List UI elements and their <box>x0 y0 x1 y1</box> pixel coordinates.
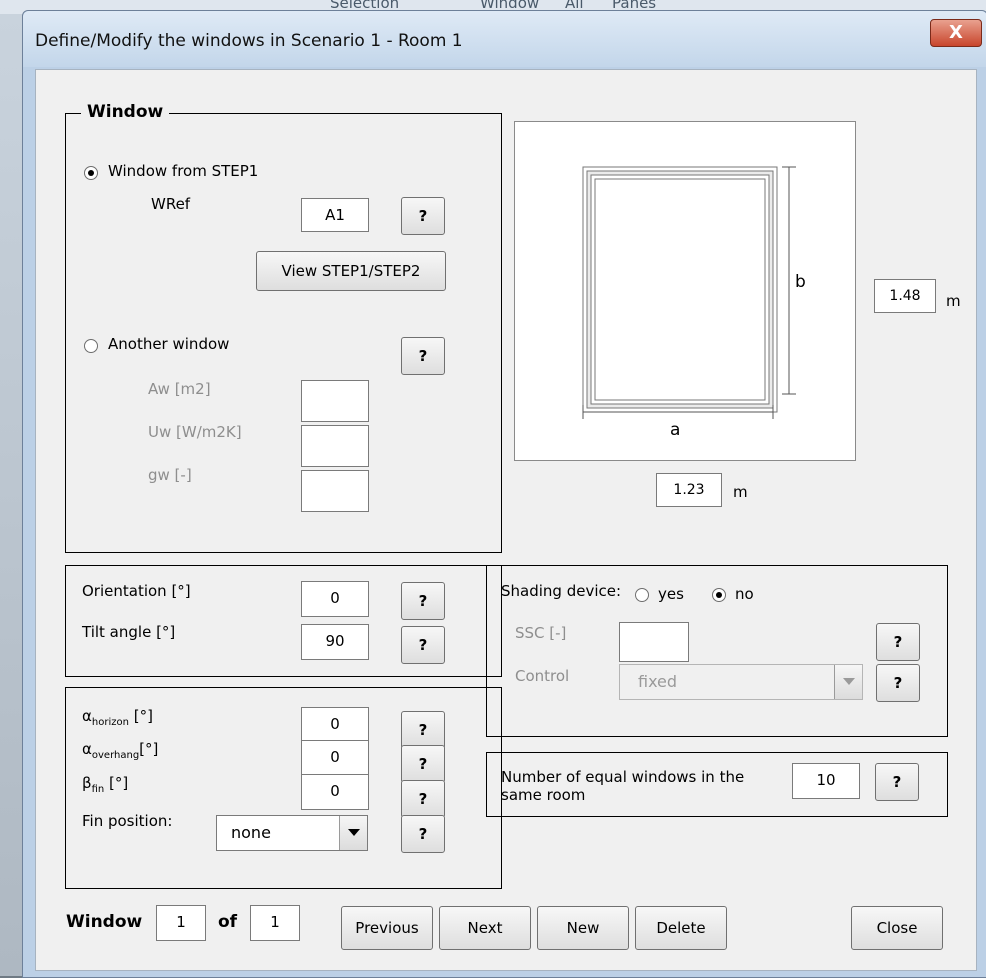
help-button-fin-position[interactable]: ? <box>401 815 445 853</box>
label-beta-fin: βfin [°] <box>82 774 128 795</box>
delete-button[interactable]: Delete <box>635 906 727 950</box>
label-fin-position: Fin position: <box>82 812 173 830</box>
window-count-label-line2: same room <box>501 786 586 804</box>
view-step1-step2-button[interactable]: View STEP1/STEP2 <box>256 251 446 291</box>
radio-shading-no[interactable] <box>712 588 726 602</box>
chevron-down-icon[interactable] <box>834 665 862 699</box>
help-button-beta-fin[interactable]: ? <box>401 780 445 818</box>
fin-unit: [°] <box>109 774 129 792</box>
alpha-horizon-input[interactable]: 0 <box>301 707 369 743</box>
horizon-unit: [°] <box>133 707 153 725</box>
label-window-nav: Window <box>66 912 143 932</box>
fin-subscript: fin <box>91 784 105 795</box>
label-control: Control <box>515 667 570 685</box>
window-group-legend: Window <box>81 102 170 122</box>
next-button[interactable]: Next <box>439 906 531 950</box>
orientation-input[interactable]: 0 <box>301 581 369 617</box>
diagram-label-b: b <box>795 272 806 292</box>
help-button-alpha-horizon[interactable]: ? <box>401 711 445 749</box>
fin-position-value: none <box>231 823 271 842</box>
help-button-wref[interactable]: ? <box>401 197 445 235</box>
label-aw: Aw [m2] <box>148 380 211 398</box>
label-window-count: Number of equal windows in the same room <box>501 768 744 804</box>
dimension-b-unit: m <box>946 292 961 310</box>
label-of: of <box>218 912 238 932</box>
label-shading-no: no <box>735 585 754 603</box>
radio-shading-yes[interactable] <box>635 588 649 602</box>
alpha-symbol: α <box>82 740 92 758</box>
background-app-left-edge <box>0 14 24 976</box>
new-button[interactable]: New <box>537 906 629 950</box>
dimension-b-input[interactable]: 1.48 <box>874 279 936 313</box>
beta-fin-input[interactable]: 0 <box>301 774 369 810</box>
help-button-window-count[interactable]: ? <box>875 763 919 801</box>
close-window-button[interactable]: X <box>930 19 982 47</box>
window-count-input[interactable]: 10 <box>792 763 860 799</box>
title-bar: Define/Modify the windows in Scenario 1 … <box>23 11 986 67</box>
label-shading-device: Shading device: <box>501 582 622 600</box>
uw-input[interactable] <box>301 425 369 467</box>
label-window-from-step1: Window from STEP1 <box>108 162 259 180</box>
horizon-subscript: horizon <box>91 717 129 728</box>
label-alpha-overhang: αoverhang[°] <box>82 740 158 761</box>
tilt-angle-input[interactable]: 90 <box>301 624 369 660</box>
label-wref: WRef <box>151 195 191 213</box>
dimension-a-unit: m <box>733 483 748 501</box>
help-button-alpha-overhang[interactable]: ? <box>401 745 445 783</box>
overhang-unit: [°] <box>139 740 159 758</box>
chevron-down-icon[interactable] <box>339 816 367 850</box>
help-button-control[interactable]: ? <box>876 664 920 702</box>
dialog-client-area: Window Window from STEP1 WRef A1 ? View … <box>35 69 977 971</box>
fin-position-dropdown[interactable]: none <box>216 815 368 851</box>
help-button-ssc[interactable]: ? <box>876 623 920 661</box>
label-shading-yes: yes <box>658 585 684 603</box>
radio-window-from-step1[interactable] <box>84 166 98 180</box>
alpha-symbol: α <box>82 707 92 725</box>
radio-another-window[interactable] <box>84 339 98 353</box>
window-dimension-diagram: b a <box>514 121 856 461</box>
label-ssc: SSC [-] <box>515 624 567 642</box>
help-button-another-window[interactable]: ? <box>401 337 445 375</box>
label-gw: gw [-] <box>148 466 192 484</box>
total-windows-field: 1 <box>250 905 300 941</box>
ssc-input[interactable] <box>619 622 689 662</box>
help-button-tilt-angle[interactable]: ? <box>401 626 445 664</box>
close-button[interactable]: Close <box>851 906 943 950</box>
wref-input[interactable]: A1 <box>301 198 369 232</box>
control-value: fixed <box>638 672 678 691</box>
dialog-window: Define/Modify the windows in Scenario 1 … <box>22 10 986 978</box>
dialog-title: Define/Modify the windows in Scenario 1 … <box>35 31 463 51</box>
overhang-subscript: overhang <box>91 750 140 761</box>
gw-input[interactable] <box>301 470 369 512</box>
alpha-overhang-input[interactable]: 0 <box>301 740 369 776</box>
label-uw: Uw [W/m2K] <box>148 423 242 441</box>
current-window-input[interactable]: 1 <box>156 905 206 941</box>
control-dropdown[interactable]: fixed <box>619 664 863 700</box>
dimension-a-input[interactable]: 1.23 <box>656 473 722 507</box>
window-count-label-line1: Number of equal windows in the <box>501 768 745 786</box>
label-orientation: Orientation [°] <box>82 582 191 600</box>
diagram-label-a: a <box>670 420 681 440</box>
beta-symbol: β <box>82 774 92 792</box>
previous-button[interactable]: Previous <box>341 906 433 950</box>
label-another-window: Another window <box>108 335 230 353</box>
help-button-orientation[interactable]: ? <box>401 582 445 620</box>
aw-input[interactable] <box>301 380 369 422</box>
label-tilt-angle: Tilt angle [°] <box>82 623 176 641</box>
label-alpha-horizon: αhorizon [°] <box>82 707 153 728</box>
